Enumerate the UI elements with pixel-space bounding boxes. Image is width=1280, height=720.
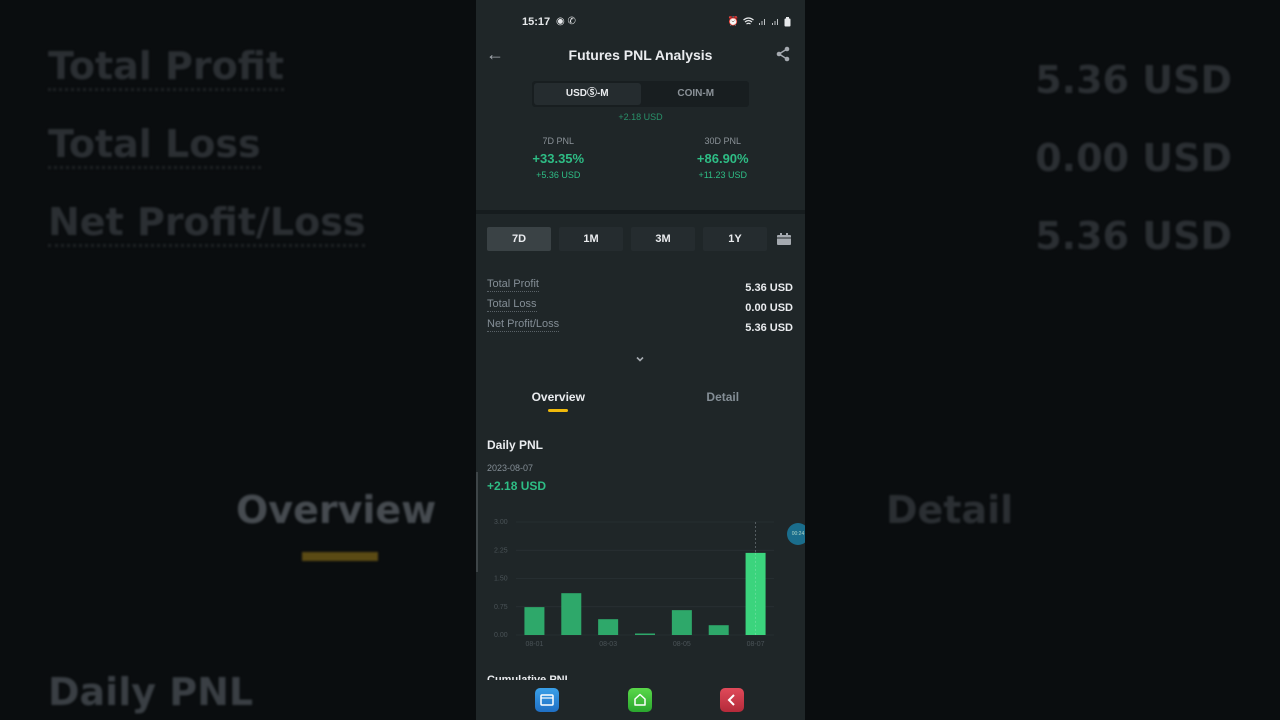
range-1y[interactable]: 1Y	[703, 227, 767, 251]
peek-value: +2.18 USD	[618, 112, 663, 122]
bar-08-05[interactable]	[671, 610, 692, 635]
page-title: Futures PNL Analysis	[568, 47, 713, 63]
pnl-percent: +33.35%	[532, 151, 585, 166]
range-1m[interactable]: 1M	[559, 227, 623, 251]
stats-list: Total Profit 5.36 USD Total Loss 0.00 US…	[487, 278, 793, 338]
section-divider	[476, 210, 805, 214]
stat-row: Net Profit/Loss 5.36 USD	[487, 318, 793, 338]
x-tick-label: 08-07	[747, 641, 765, 648]
stat-label[interactable]: Net Profit/Loss	[487, 318, 560, 332]
bg-v1: 5.36 USD	[1035, 58, 1232, 102]
stat-value: 5.36 USD	[745, 322, 793, 334]
y-tick-label: 2.25	[494, 547, 508, 554]
segment-coin-m[interactable]: COIN-M	[643, 81, 750, 107]
bar-08-06[interactable]	[708, 625, 729, 635]
range-3m[interactable]: 3M	[631, 227, 695, 251]
tab-label: Detail	[706, 390, 740, 404]
wifi-icon	[743, 17, 754, 25]
x-tick-label: 08-03	[599, 641, 617, 648]
bg-total-loss: Total Loss	[48, 122, 261, 169]
calendar-icon[interactable]	[777, 233, 791, 245]
status-left-icons: ◉ ✆	[556, 16, 576, 27]
segment-usds-m[interactable]: USDⓈ-M	[534, 83, 641, 105]
daily-pnl-title: Daily PNL	[487, 438, 544, 452]
signal-icon	[772, 19, 778, 25]
stat-label[interactable]: Total Loss	[487, 298, 537, 312]
pnl-7d: 7D PNL +33.35% +5.36 USD	[476, 136, 641, 180]
y-tick-label: 1.50	[494, 576, 508, 583]
bar-08-02[interactable]	[561, 593, 582, 635]
recent-apps-icon[interactable]	[535, 688, 559, 712]
range-7d[interactable]: 7D	[487, 227, 551, 251]
bar-08-04[interactable]	[635, 633, 655, 636]
tab-overview[interactable]: Overview	[476, 390, 641, 420]
share-icon[interactable]	[775, 46, 791, 62]
tab-bar: Overview Detail	[476, 390, 805, 420]
pnl-30d: 30D PNL +86.90% +11.23 USD	[641, 136, 806, 180]
stat-row: Total Profit 5.36 USD	[487, 278, 793, 298]
home-icon[interactable]	[628, 688, 652, 712]
daily-pnl-chart[interactable]: 0.00 0.75 1.50 2.25 3.00 08-01 08-03 08-05 08-07	[476, 510, 805, 655]
phone-screen: 15:17 ◉ ✆ ⏰ ← Futures PNL Analysis USDⓈ-…	[476, 0, 805, 720]
range-selector: 7D 1M 3M 1Y	[487, 227, 794, 251]
pnl-label: 30D PNL	[704, 136, 742, 146]
tab-underline	[548, 409, 569, 412]
y-tick-label: 0.00	[494, 632, 508, 639]
bar-08-03[interactable]	[598, 619, 619, 635]
pnl-label: 7D PNL	[542, 136, 574, 146]
daily-pnl-date: 2023-08-07	[487, 463, 534, 473]
bg-total-profit: Total Profit	[48, 44, 285, 91]
status-bar: 15:17 ◉ ✆ ⏰	[476, 14, 805, 32]
daily-pnl-value: +2.18 USD	[487, 479, 547, 493]
pnl-summary: 7D PNL +33.35% +5.36 USD 30D PNL +86.90%…	[476, 136, 805, 180]
alarm-icon: ⏰	[727, 16, 739, 26]
status-right-icons: ⏰	[728, 16, 791, 27]
app-header: ← Futures PNL Analysis	[476, 40, 805, 72]
bg-overview: Overview	[236, 488, 437, 532]
recording-bubble[interactable]: 00:24	[787, 523, 805, 545]
pnl-percent: +86.90%	[696, 151, 749, 166]
screen-record-icon: ◉	[556, 16, 565, 27]
signal-icon	[759, 19, 765, 25]
bg-daily: Daily PNL	[48, 670, 254, 714]
x-tick-label: 08-01	[525, 641, 543, 648]
bar-08-01[interactable]	[524, 607, 545, 635]
nav-bar	[476, 680, 805, 720]
back-icon[interactable]	[720, 688, 744, 712]
battery-icon	[784, 16, 791, 26]
pnl-usd: +5.36 USD	[536, 170, 581, 180]
y-tick-label: 0.75	[494, 604, 508, 611]
bg-v2: 0.00 USD	[1035, 136, 1232, 180]
call-icon: ✆	[567, 16, 576, 27]
stat-value: 0.00 USD	[745, 302, 793, 314]
bg-net: Net Profit/Loss	[48, 200, 366, 247]
stat-value: 5.36 USD	[745, 282, 793, 294]
tab-detail[interactable]: Detail	[641, 390, 806, 420]
tab-label: Overview	[531, 390, 585, 404]
stat-row: Total Loss 0.00 USD	[487, 298, 793, 318]
bg-underline	[302, 552, 378, 561]
pnl-usd: +11.23 USD	[698, 170, 748, 180]
bg-v3: 5.36 USD	[1035, 214, 1232, 258]
margin-type-segment: USDⓈ-M COIN-M	[532, 81, 749, 107]
y-tick-label: 3.00	[494, 519, 508, 526]
bg-detail: Detail	[886, 488, 1014, 532]
stat-label[interactable]: Total Profit	[487, 278, 539, 292]
x-tick-label: 08-05	[673, 641, 691, 648]
status-time: 15:17	[522, 16, 551, 28]
chevron-down-icon[interactable]	[635, 354, 645, 364]
